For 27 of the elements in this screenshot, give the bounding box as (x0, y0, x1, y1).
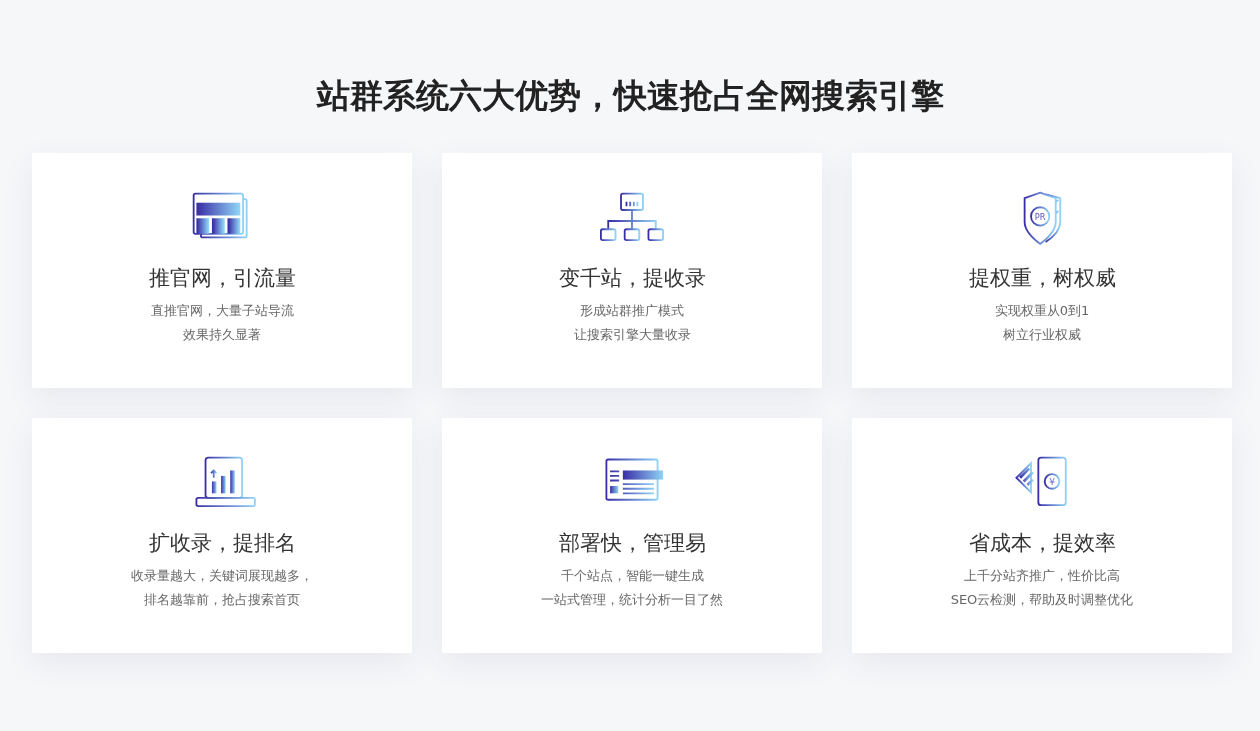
bar-chart-icon (195, 456, 256, 508)
banknote-card-icon (1015, 456, 1067, 507)
card-heading: 部署快，管理易 (558, 530, 706, 557)
card-heading: 推官网，引流量 (148, 265, 296, 292)
sitemap-icon (600, 192, 664, 242)
browser-windows-icon (192, 192, 248, 239)
card-description: 实现权重从0到1 (994, 302, 1090, 320)
card-description: 一站式管理，统计分析一目了然 (541, 591, 723, 609)
card-heading: 扩收录，提排名 (148, 530, 296, 557)
card-description: 形成站群推广模式 (580, 302, 684, 320)
section-title: 站群系统六大优势，快速抢占全网搜索引擎 (315, 75, 945, 117)
webpage-icon (605, 458, 664, 501)
card-description: 千个站点，智能一键生成 (560, 567, 704, 585)
card-heading: 变千站，提收录 (558, 265, 706, 292)
card-description: SEO云检测，帮助及时调整优化 (950, 591, 1134, 609)
card-heading: 提权重，树权威 (968, 265, 1116, 292)
card-description: 收录量越大，关键词展现越多， (131, 567, 313, 585)
yen-sign: ¥ (1049, 477, 1055, 488)
card-description: 排名越靠前，抢占搜索首页 (144, 591, 300, 609)
pr-label: PR (1034, 212, 1046, 223)
card-description: 树立行业权威 (1003, 326, 1081, 344)
card-description: 让搜索引擎大量收录 (573, 326, 691, 344)
card-description: 直推官网，大量子站导流 (150, 302, 294, 320)
shield-icon (1023, 191, 1062, 245)
card-heading: 省成本，提效率 (968, 530, 1116, 557)
card-description: 效果持久显著 (183, 326, 261, 344)
card-description: 上千分站齐推广，性价比高 (964, 567, 1120, 585)
